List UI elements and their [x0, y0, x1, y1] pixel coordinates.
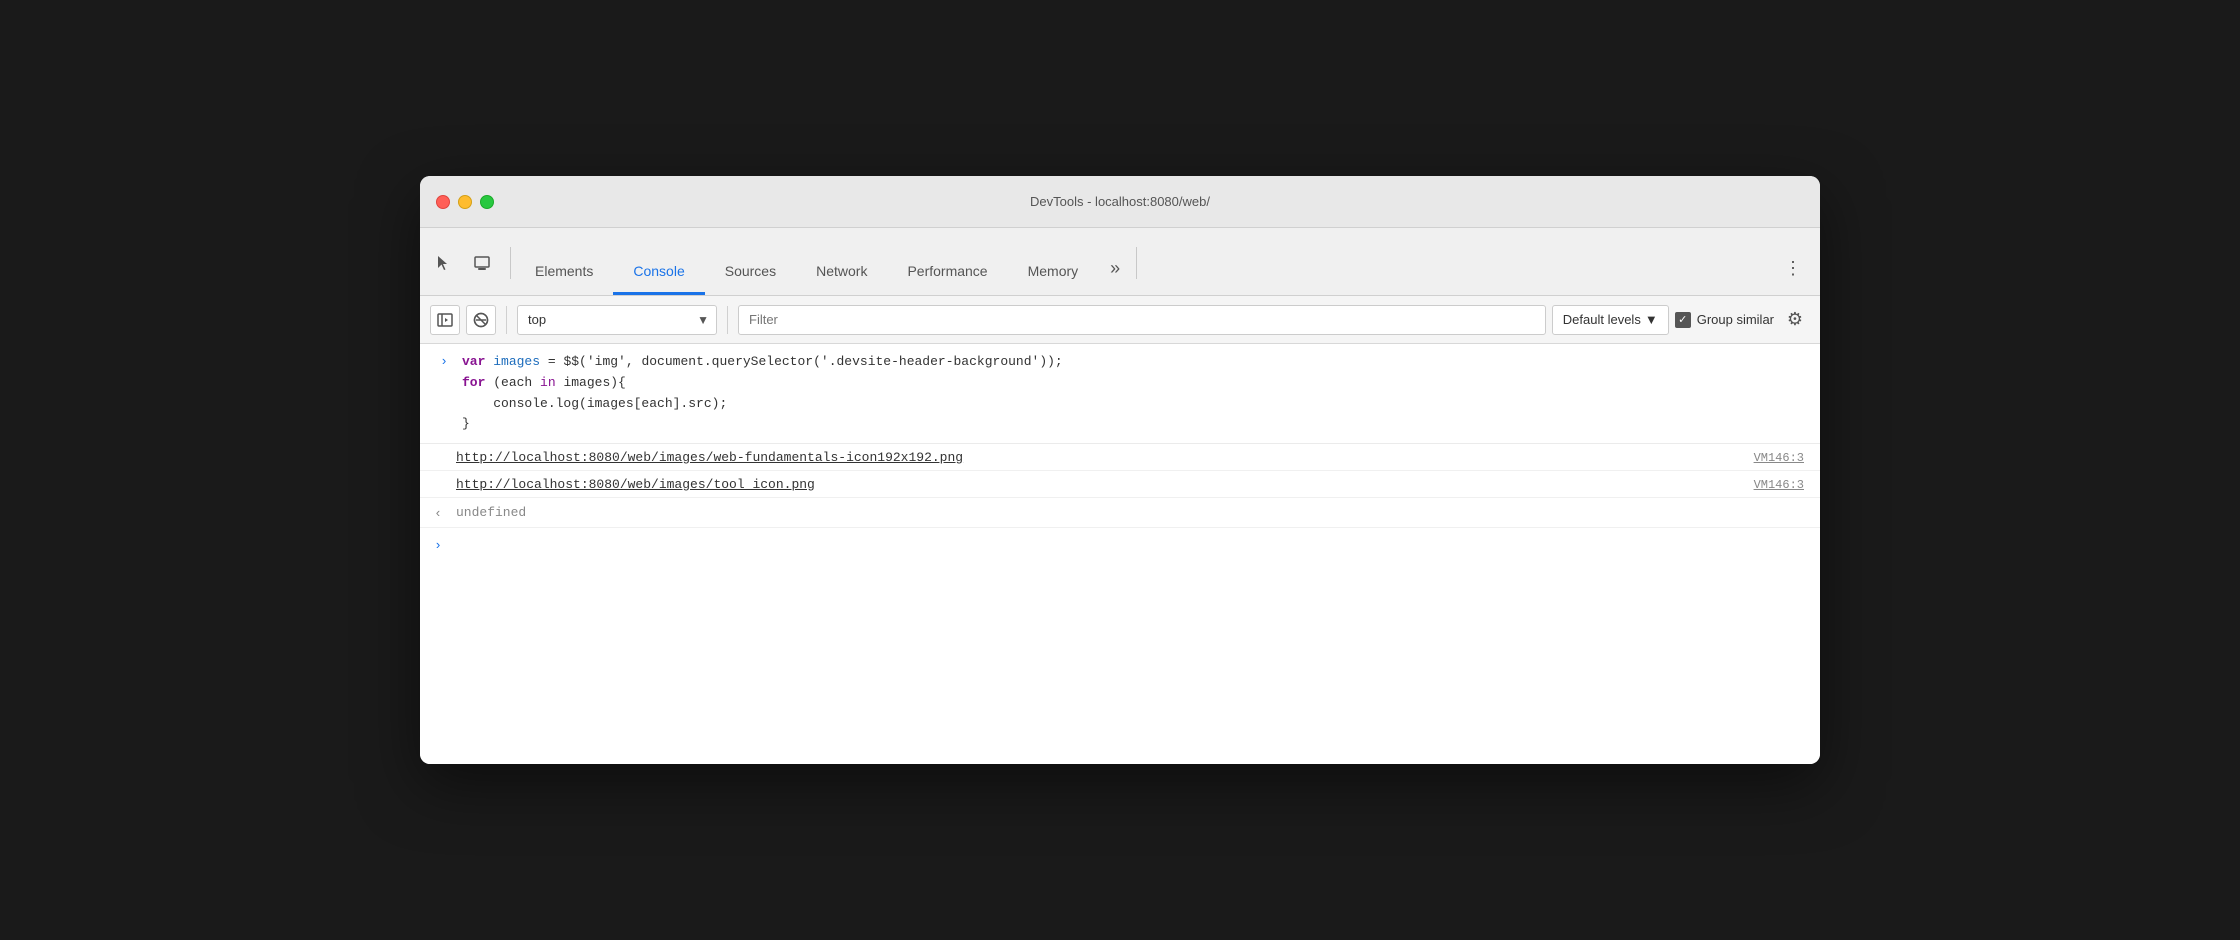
- gear-icon: ⚙: [1787, 309, 1803, 330]
- tab-console[interactable]: Console: [613, 249, 704, 295]
- devtools-menu-btn[interactable]: ⋮: [1774, 258, 1812, 295]
- settings-gear-btn[interactable]: ⚙: [1780, 305, 1810, 335]
- toolbar-separator-1: [506, 306, 507, 334]
- toolbar-separator-2: [727, 306, 728, 334]
- tab-bar: Elements Console Sources Network Perform…: [420, 228, 1820, 296]
- console-input[interactable]: [456, 537, 1820, 552]
- traffic-lights: [436, 195, 494, 209]
- devtools-window: DevTools - localhost:8080/web/ Elements: [420, 176, 1820, 764]
- log-levels-btn[interactable]: Default levels ▼: [1552, 305, 1669, 335]
- input-arrow-icon: ›: [420, 536, 456, 553]
- group-similar-label: Group similar: [1697, 312, 1774, 327]
- device-mode-btn[interactable]: [466, 247, 498, 279]
- close-button[interactable]: [436, 195, 450, 209]
- console-input-entry[interactable]: ›: [420, 528, 1820, 561]
- console-toolbar: top ▼ Default levels ▼ ✓ Group similar ⚙: [420, 296, 1820, 344]
- filter-input-wrapper: [738, 305, 1546, 335]
- console-content: › var images = $$('img', document.queryS…: [420, 344, 1820, 764]
- tab-bar-divider: [510, 247, 511, 279]
- console-link-1[interactable]: http://localhost:8080/web/images/web-fun…: [456, 450, 963, 465]
- cursor-icon-btn[interactable]: [428, 247, 460, 279]
- checkbox-checked-icon: ✓: [1675, 312, 1691, 328]
- filter-input[interactable]: [738, 305, 1546, 335]
- group-similar-checkbox[interactable]: ✓ Group similar: [1675, 312, 1774, 328]
- tab-memory[interactable]: Memory: [1008, 249, 1099, 295]
- maximize-button[interactable]: [480, 195, 494, 209]
- levels-chevron-icon: ▼: [1645, 312, 1658, 327]
- title-bar: DevTools - localhost:8080/web/: [420, 176, 1820, 228]
- entry-arrow-left: ‹: [420, 504, 456, 521]
- clear-console-btn[interactable]: [466, 305, 496, 335]
- tab-sources[interactable]: Sources: [705, 249, 796, 295]
- code-content: var images = $$('img', document.querySel…: [462, 352, 1808, 435]
- code-block: var images = $$('img', document.querySel…: [462, 352, 1796, 435]
- tab-network[interactable]: Network: [796, 249, 887, 295]
- entry-source-2[interactable]: VM146:3: [1754, 476, 1820, 492]
- console-link-entry-2: http://localhost:8080/web/images/tool_ic…: [420, 471, 1820, 498]
- console-entry-code: › var images = $$('img', document.queryS…: [420, 344, 1820, 444]
- tab-performance[interactable]: Performance: [887, 249, 1007, 295]
- console-link-2[interactable]: http://localhost:8080/web/images/tool_ic…: [456, 477, 815, 492]
- console-undefined-entry: ‹ undefined: [420, 498, 1820, 528]
- tab-bar-icons: [428, 247, 498, 295]
- console-link-entry-1: http://localhost:8080/web/images/web-fun…: [420, 444, 1820, 471]
- entry-source-1[interactable]: VM146:3: [1754, 449, 1820, 465]
- undefined-value: undefined: [456, 505, 526, 520]
- tab-bar-right-divider: [1136, 247, 1137, 279]
- more-tabs-btn[interactable]: »: [1098, 258, 1132, 295]
- window-title: DevTools - localhost:8080/web/: [1030, 194, 1210, 209]
- show-sidebar-btn[interactable]: [430, 305, 460, 335]
- entry-arrow-right: ›: [426, 352, 462, 369]
- minimize-button[interactable]: [458, 195, 472, 209]
- tab-elements[interactable]: Elements: [515, 249, 613, 295]
- context-select[interactable]: top: [517, 305, 717, 335]
- levels-label: Default levels: [1563, 312, 1641, 327]
- context-selector-wrapper: top ▼: [517, 305, 717, 335]
